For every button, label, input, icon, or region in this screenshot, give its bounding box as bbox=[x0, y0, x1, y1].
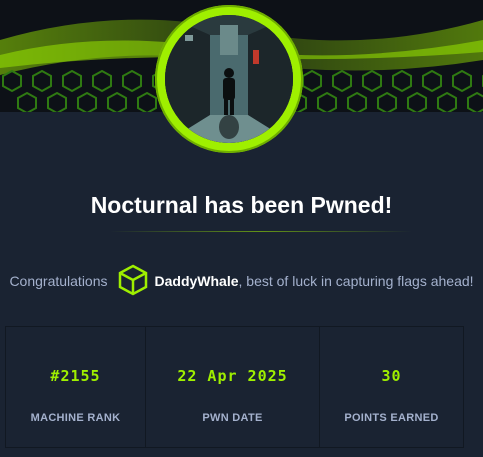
banner-cube-shape bbox=[32, 69, 52, 93]
banner-cube-shape bbox=[77, 91, 97, 112]
points-earned-label: POINTS EARNED bbox=[344, 412, 439, 424]
stat-points-earned: 30 POINTS EARNED bbox=[320, 327, 463, 447]
banner-cube-shape bbox=[332, 69, 352, 93]
stat-pwn-date: 22 Apr 2025 PWN DATE bbox=[146, 327, 320, 447]
hexagon-cube-icon bbox=[118, 264, 148, 299]
banner-cube-shape bbox=[377, 91, 397, 112]
machine-avatar bbox=[155, 5, 303, 153]
machine-avatar-icon bbox=[165, 15, 293, 143]
banner-cube-shape bbox=[92, 69, 112, 93]
banner-cube-shape bbox=[2, 69, 22, 93]
banner-cube-shape bbox=[422, 69, 442, 93]
page-title: Nocturnal has been Pwned! bbox=[90, 192, 393, 218]
banner-cube-shape bbox=[62, 69, 82, 93]
machine-rank-label: MACHINE RANK bbox=[30, 412, 121, 424]
banner-cube-shape bbox=[362, 69, 382, 93]
banner-cube-shape bbox=[107, 91, 127, 112]
banner-cube-shape bbox=[407, 91, 427, 112]
banner-cube-shape bbox=[47, 91, 67, 112]
stat-machine-rank: #2155 MACHINE RANK bbox=[6, 327, 146, 447]
banner-cube-shape bbox=[392, 69, 412, 93]
banner-cube-shape bbox=[302, 69, 322, 93]
congrats-message: Congratulations DaddyWhale , best of luc… bbox=[0, 264, 483, 299]
banner-cube-shape bbox=[452, 69, 472, 93]
username-link[interactable]: DaddyWhale bbox=[155, 273, 239, 289]
banner-cube-shape bbox=[437, 91, 457, 112]
pwn-date-value: 22 Apr 2025 bbox=[177, 367, 288, 385]
stats-panel: #2155 MACHINE RANK 22 Apr 2025 PWN DATE … bbox=[5, 326, 464, 448]
banner-cube-shape bbox=[317, 91, 337, 112]
banner-cube-shape bbox=[467, 91, 483, 112]
points-earned-value: 30 bbox=[381, 367, 402, 385]
congrats-prefix: Congratulations bbox=[9, 273, 108, 289]
banner-cube-shape bbox=[347, 91, 367, 112]
congrats-suffix: , best of luck in capturing flags ahead! bbox=[238, 273, 474, 289]
title-divider bbox=[110, 231, 412, 232]
pwn-date-label: PWN DATE bbox=[202, 412, 263, 424]
banner-cube-shape bbox=[17, 91, 37, 112]
banner-cube-shape bbox=[122, 69, 142, 93]
banner-cube-shape bbox=[137, 91, 157, 112]
machine-rank-value: #2155 bbox=[50, 367, 101, 385]
